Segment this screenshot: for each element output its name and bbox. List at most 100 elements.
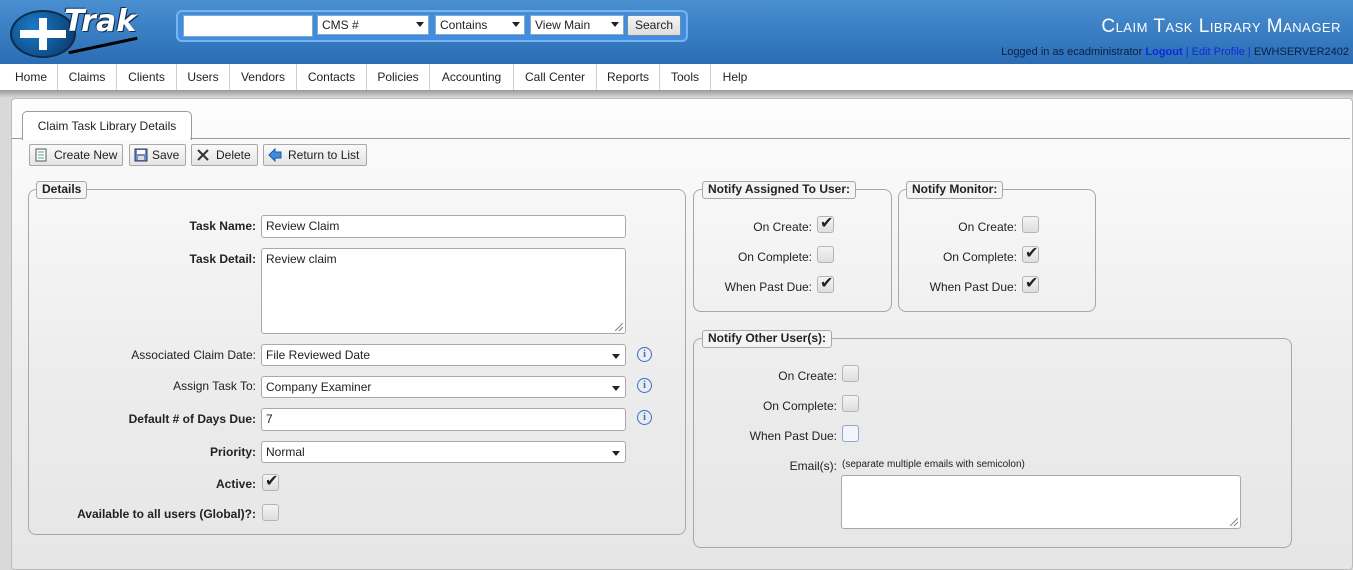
emails-textarea[interactable] xyxy=(841,475,1241,529)
save-button[interactable]: Save xyxy=(129,144,186,166)
header-bar: Trak CMS # Contains View Main Search Cla… xyxy=(0,0,1353,64)
assigned-on-create-checkbox[interactable]: ✔ xyxy=(817,213,834,233)
details-legend: Details xyxy=(36,181,88,199)
on-create-label: On Create: xyxy=(958,220,1017,234)
notify-other-legend: Notify Other User(s): xyxy=(702,330,833,348)
nav-item-home[interactable]: Home xyxy=(5,64,58,90)
emails-label: Email(s): xyxy=(789,459,837,473)
create-new-label: Create New xyxy=(54,148,118,162)
search-button[interactable]: Search xyxy=(627,15,681,36)
past-due-label: When Past Due: xyxy=(724,280,812,294)
global-checkbox[interactable] xyxy=(262,504,279,521)
other-on-create-checkbox[interactable] xyxy=(842,365,859,382)
search-input[interactable] xyxy=(183,15,313,37)
other-past-due-checkbox[interactable] xyxy=(842,425,859,442)
nav-item-policies[interactable]: Policies xyxy=(367,64,430,90)
separator: | xyxy=(1247,46,1251,58)
search-field-select[interactable]: CMS # xyxy=(317,15,429,35)
on-complete-label: On Complete: xyxy=(942,250,1017,264)
search-view-select[interactable]: View Main xyxy=(530,15,624,35)
nav-item-vendors[interactable]: Vendors xyxy=(230,64,297,90)
other-on-complete-checkbox[interactable] xyxy=(842,395,859,412)
info-icon[interactable]: i xyxy=(637,410,652,425)
priority-value: Normal xyxy=(266,445,305,459)
checkmark-icon: ✔ xyxy=(820,213,834,232)
task-detail-textarea[interactable]: Review claim xyxy=(261,248,626,334)
assoc-claim-date-select[interactable]: File Reviewed Date xyxy=(261,344,626,366)
delete-label: Delete xyxy=(216,148,251,162)
assign-task-to-select[interactable]: Company Examiner xyxy=(261,376,626,398)
server-name: EWHSERVER2402 xyxy=(1253,46,1349,58)
nav-item-clients[interactable]: Clients xyxy=(117,64,177,90)
nav-item-call-center[interactable]: Call Center xyxy=(514,64,597,90)
logo-swoosh xyxy=(68,36,138,55)
task-name-label: Task Name: xyxy=(189,219,256,233)
chevron-down-icon xyxy=(612,354,620,359)
chevron-down-icon xyxy=(612,386,620,391)
checkmark-icon: ✔ xyxy=(265,471,279,490)
monitor-past-due-checkbox[interactable]: ✔ xyxy=(1022,273,1039,293)
checkmark-icon: ✔ xyxy=(1025,243,1039,262)
assigned-past-due-checkbox[interactable]: ✔ xyxy=(817,274,834,293)
past-due-label: When Past Due: xyxy=(749,429,837,443)
delete-button[interactable]: Delete xyxy=(191,144,258,166)
emails-hint: (separate multiple emails with semicolon… xyxy=(842,459,1025,470)
tab-baseline xyxy=(11,138,22,139)
nav-item-contacts[interactable]: Contacts xyxy=(297,64,367,90)
create-new-button[interactable]: Create New xyxy=(29,144,123,166)
assign-task-to-value: Company Examiner xyxy=(266,380,372,394)
login-info: Logged in as ecadministrator Logout | Ed… xyxy=(1001,46,1349,58)
return-to-list-button[interactable]: Return to List xyxy=(263,144,367,166)
task-name-input[interactable]: Review Claim xyxy=(261,215,626,238)
assigned-on-complete-checkbox[interactable] xyxy=(817,246,834,263)
floppy-disk-icon xyxy=(134,148,148,162)
days-due-input[interactable]: 7 xyxy=(261,408,626,431)
edit-profile-link[interactable]: Edit Profile xyxy=(1192,46,1245,58)
logo-text: Trak xyxy=(64,4,137,39)
assoc-claim-date-value: File Reviewed Date xyxy=(266,348,371,362)
back-arrow-icon xyxy=(268,148,282,162)
main-nav: Home Claims Clients Users Vendors Contac… xyxy=(0,64,1353,91)
delete-x-icon xyxy=(197,149,209,161)
save-label: Save xyxy=(152,148,180,162)
priority-label: Priority: xyxy=(209,445,256,459)
chevron-down-icon xyxy=(512,22,520,27)
nav-item-reports[interactable]: Reports xyxy=(597,64,660,90)
nav-item-users[interactable]: Users xyxy=(177,64,230,90)
nav-item-claims[interactable]: Claims xyxy=(58,64,117,90)
chevron-down-icon xyxy=(416,22,424,27)
logout-link[interactable]: Logout xyxy=(1145,46,1182,58)
search-operator-value: Contains xyxy=(440,18,488,32)
priority-select[interactable]: Normal xyxy=(261,441,626,463)
nav-item-help[interactable]: Help xyxy=(711,64,759,90)
on-complete-label: On Complete: xyxy=(762,399,837,413)
checkmark-icon: ✔ xyxy=(1025,273,1039,292)
new-document-icon xyxy=(35,148,47,162)
nav-shadow xyxy=(0,90,1353,98)
on-create-label: On Create: xyxy=(778,369,837,383)
return-to-list-label: Return to List xyxy=(288,148,360,162)
active-label: Active: xyxy=(215,477,256,491)
assign-task-to-label: Assign Task To: xyxy=(173,379,256,393)
search-bar: CMS # Contains View Main Search xyxy=(176,10,688,42)
trak-logo[interactable]: Trak xyxy=(6,4,146,60)
nav-item-tools[interactable]: Tools xyxy=(660,64,711,90)
tab-claim-task-library-details[interactable]: Claim Task Library Details xyxy=(22,111,192,140)
info-icon[interactable]: i xyxy=(637,347,652,362)
active-checkbox[interactable]: ✔ xyxy=(262,471,279,491)
on-complete-label: On Complete: xyxy=(737,250,812,264)
search-field-value: CMS # xyxy=(322,18,359,32)
search-view-value: View Main xyxy=(535,18,591,32)
nav-item-accounting[interactable]: Accounting xyxy=(430,64,514,90)
resize-grip-icon[interactable] xyxy=(615,323,623,331)
search-operator-select[interactable]: Contains xyxy=(435,15,525,35)
chevron-down-icon xyxy=(612,451,620,456)
info-icon[interactable]: i xyxy=(637,378,652,393)
tab-baseline xyxy=(190,138,1350,139)
task-detail-text: Review claim xyxy=(266,252,337,266)
resize-grip-icon[interactable] xyxy=(1230,518,1238,526)
assoc-claim-date-label: Associated Claim Date: xyxy=(131,348,256,362)
monitor-on-complete-checkbox[interactable]: ✔ xyxy=(1022,243,1039,263)
monitor-on-create-checkbox[interactable] xyxy=(1022,216,1039,233)
days-due-label: Default # of Days Due: xyxy=(128,412,256,426)
